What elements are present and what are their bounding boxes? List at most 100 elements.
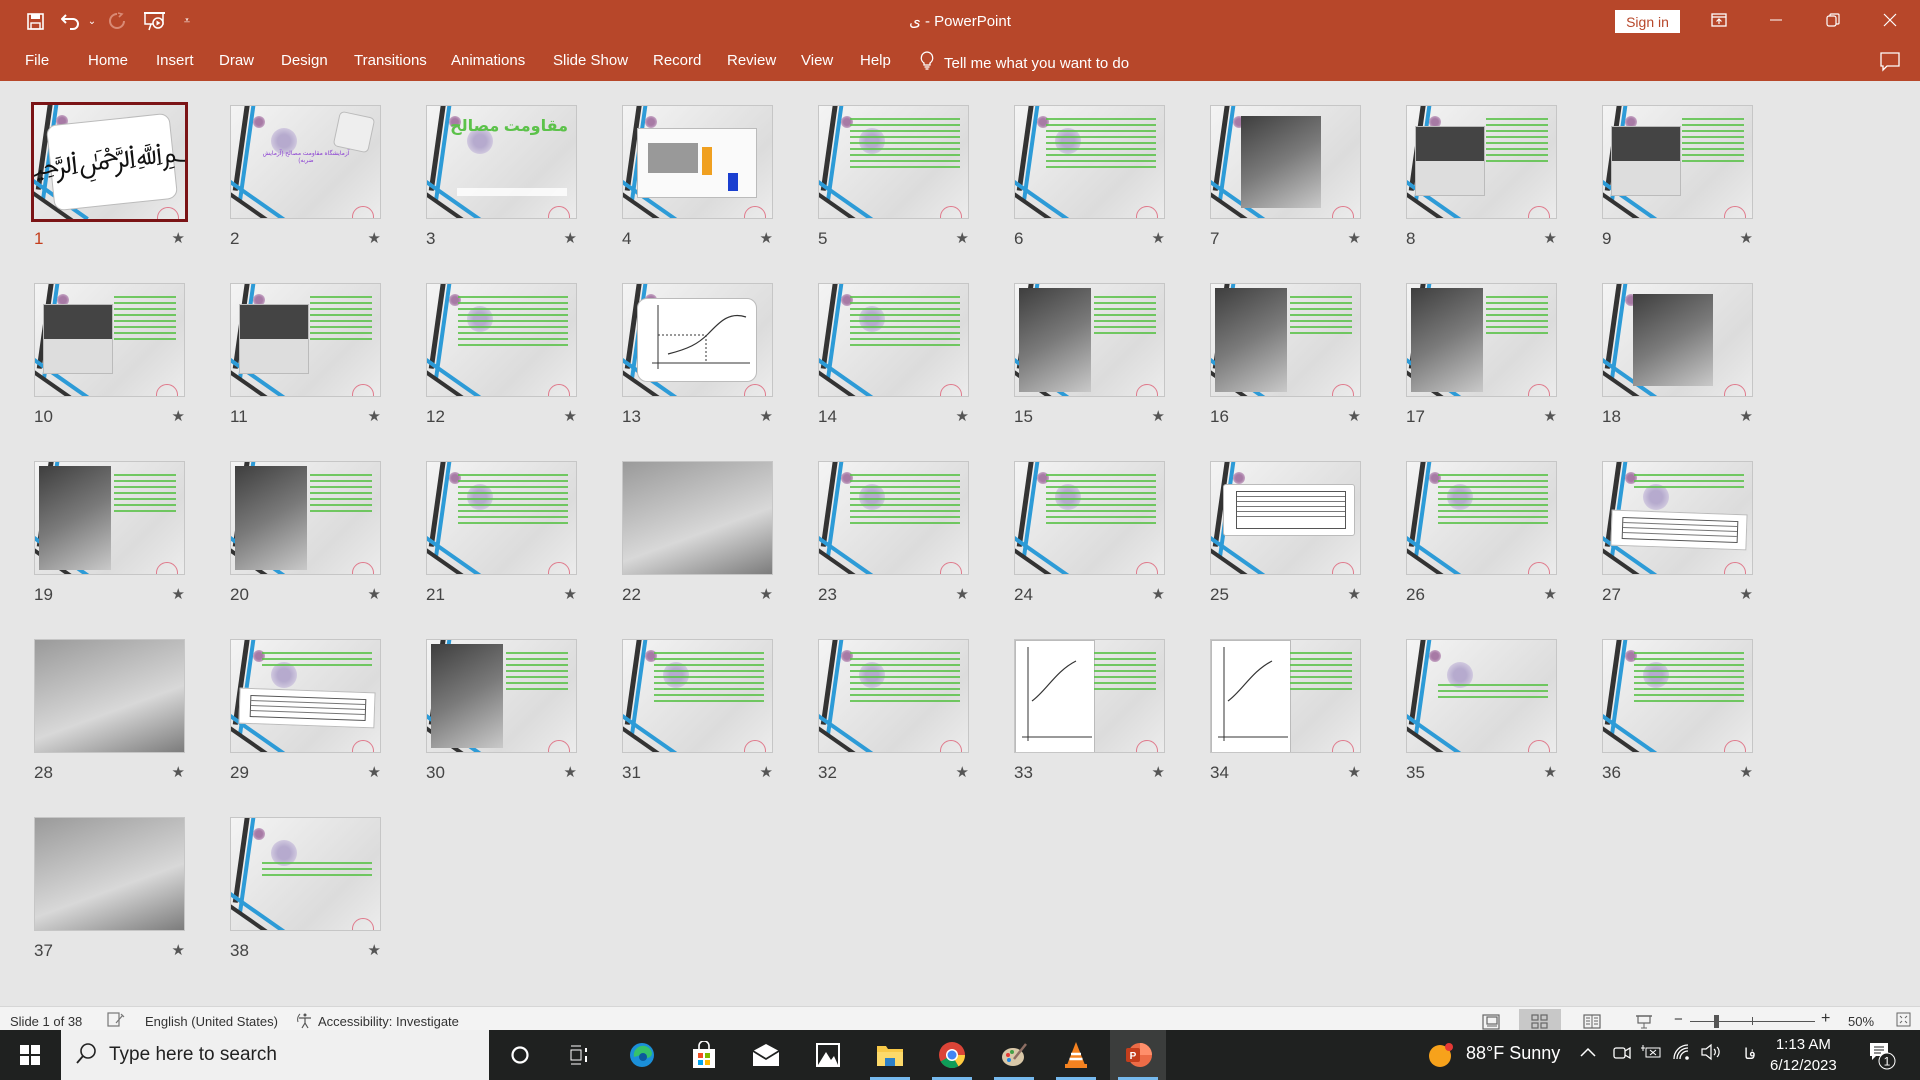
mail-icon[interactable]	[738, 1030, 794, 1080]
sign-in-button[interactable]: Sign in	[1615, 10, 1680, 33]
tell-me-search[interactable]: Tell me what you want to do	[920, 51, 1129, 75]
animation-star-icon[interactable]: ★	[172, 585, 185, 603]
animation-star-icon[interactable]: ★	[1348, 407, 1361, 425]
slide-preview[interactable]	[1406, 105, 1557, 219]
slide-preview[interactable]	[818, 461, 969, 575]
animation-star-icon[interactable]: ★	[1152, 763, 1165, 781]
slide-preview[interactable]	[1602, 461, 1753, 575]
animation-star-icon[interactable]: ★	[368, 941, 381, 959]
windows-start-icon[interactable]	[0, 1030, 60, 1080]
slide-thumbnail-4[interactable]: 4 ★	[622, 105, 773, 255]
animation-star-icon[interactable]: ★	[1544, 407, 1557, 425]
animation-star-icon[interactable]: ★	[564, 585, 577, 603]
close-icon[interactable]	[1862, 0, 1918, 40]
slide-thumbnail-14[interactable]: 14 ★	[818, 283, 969, 433]
slide-preview[interactable]	[230, 639, 381, 753]
slide-preview[interactable]	[1210, 105, 1361, 219]
tab-animations[interactable]: Animations	[451, 52, 525, 69]
tab-insert[interactable]: Insert	[156, 52, 194, 69]
slide-thumbnail-28[interactable]: 28 ★	[34, 639, 185, 789]
animation-star-icon[interactable]: ★	[1740, 585, 1753, 603]
animation-star-icon[interactable]: ★	[368, 407, 381, 425]
slide-preview[interactable]	[426, 639, 577, 753]
zoom-out-button[interactable]: −	[1674, 1011, 1683, 1028]
slide-thumbnail-5[interactable]: 5 ★	[818, 105, 969, 255]
animation-star-icon[interactable]: ★	[564, 229, 577, 247]
slide-thumbnail-11[interactable]: 11 ★	[230, 283, 381, 433]
slide-preview[interactable]	[1014, 461, 1165, 575]
accessibility-status[interactable]: Accessibility: Investigate	[318, 1014, 459, 1029]
slide-thumbnail-13[interactable]: 13 ★	[622, 283, 773, 433]
wifi-icon[interactable]	[1672, 1043, 1692, 1065]
language-indicator[interactable]: English (United States)	[145, 1014, 278, 1029]
animation-star-icon[interactable]: ★	[956, 407, 969, 425]
slide-preview[interactable]	[818, 639, 969, 753]
animation-star-icon[interactable]: ★	[172, 229, 185, 247]
slide-preview[interactable]	[1602, 639, 1753, 753]
volume-icon[interactable]	[1700, 1043, 1722, 1065]
tab-home[interactable]: Home	[88, 52, 128, 69]
slide-thumbnail-38[interactable]: 38 ★	[230, 817, 381, 967]
slide-thumbnail-37[interactable]: 37 ★	[34, 817, 185, 967]
slide-thumbnail-24[interactable]: 24 ★	[1014, 461, 1165, 611]
animation-star-icon[interactable]: ★	[172, 941, 185, 959]
slide-thumbnail-26[interactable]: 26 ★	[1406, 461, 1557, 611]
input-language[interactable]: فا	[1744, 1045, 1756, 1063]
slide-preview[interactable]	[1210, 639, 1361, 753]
zoom-level[interactable]: 50%	[1848, 1014, 1874, 1029]
animation-star-icon[interactable]: ★	[1152, 585, 1165, 603]
animation-star-icon[interactable]: ★	[760, 229, 773, 247]
photos-icon[interactable]	[800, 1030, 856, 1080]
animation-star-icon[interactable]: ★	[368, 763, 381, 781]
slide-preview[interactable]	[622, 283, 773, 397]
animation-star-icon[interactable]: ★	[1348, 229, 1361, 247]
animation-star-icon[interactable]: ★	[172, 407, 185, 425]
animation-star-icon[interactable]: ★	[368, 585, 381, 603]
animation-star-icon[interactable]: ★	[760, 763, 773, 781]
animation-star-icon[interactable]: ★	[1152, 229, 1165, 247]
slide-preview[interactable]	[1602, 283, 1753, 397]
tab-review[interactable]: Review	[727, 52, 776, 69]
slide-preview[interactable]	[426, 461, 577, 575]
animation-star-icon[interactable]: ★	[1348, 763, 1361, 781]
slide-preview[interactable]	[818, 105, 969, 219]
taskbar-search[interactable]	[61, 1030, 489, 1080]
fit-to-window-icon[interactable]	[1896, 1012, 1911, 1030]
search-input[interactable]	[109, 1044, 449, 1066]
slide-preview[interactable]	[622, 639, 773, 753]
tab-draw[interactable]: Draw	[219, 52, 254, 69]
slide-preview[interactable]	[1014, 639, 1165, 753]
slide-thumbnail-6[interactable]: 6 ★	[1014, 105, 1165, 255]
notes-icon[interactable]	[107, 1012, 125, 1031]
tab-help[interactable]: Help	[860, 52, 891, 69]
animation-star-icon[interactable]: ★	[760, 585, 773, 603]
paint-icon[interactable]	[986, 1030, 1042, 1080]
animation-star-icon[interactable]: ★	[1740, 763, 1753, 781]
slide-preview[interactable]	[1406, 639, 1557, 753]
tab-slide-show[interactable]: Slide Show	[553, 52, 628, 69]
slide-thumbnail-36[interactable]: 36 ★	[1602, 639, 1753, 789]
animation-star-icon[interactable]: ★	[1544, 763, 1557, 781]
animation-star-icon[interactable]: ★	[1740, 407, 1753, 425]
slide-preview[interactable]	[1406, 461, 1557, 575]
slide-thumbnail-1[interactable]: ﷽ 1 ★	[31, 102, 188, 255]
cortana-icon[interactable]	[492, 1030, 548, 1080]
tab-file[interactable]: File	[25, 52, 49, 69]
animation-star-icon[interactable]: ★	[1348, 585, 1361, 603]
zoom-in-button[interactable]: +	[1821, 1010, 1830, 1028]
slide-thumbnail-12[interactable]: 12 ★	[426, 283, 577, 433]
comments-icon[interactable]	[1880, 52, 1900, 77]
slide-thumbnail-2[interactable]: آزمایشگاه مقاومت مصالح (آزمایش ضربه) 2 ★	[230, 105, 381, 255]
edge-icon[interactable]	[614, 1030, 670, 1080]
vlc-icon[interactable]	[1048, 1030, 1104, 1080]
slide-preview[interactable]: مقاومت مصالح	[426, 105, 577, 219]
animation-star-icon[interactable]: ★	[1740, 229, 1753, 247]
slide-preview[interactable]	[622, 105, 773, 219]
animation-star-icon[interactable]: ★	[564, 407, 577, 425]
chrome-icon[interactable]	[924, 1030, 980, 1080]
slide-thumbnail-27[interactable]: 27 ★	[1602, 461, 1753, 611]
zoom-slider-thumb[interactable]	[1714, 1015, 1719, 1028]
slide-thumbnail-16[interactable]: 16 ★	[1210, 283, 1361, 433]
clock[interactable]: 1:13 AM 6/12/2023	[1770, 1034, 1837, 1076]
slide-preview[interactable]: آزمایشگاه مقاومت مصالح (آزمایش ضربه)	[230, 105, 381, 219]
